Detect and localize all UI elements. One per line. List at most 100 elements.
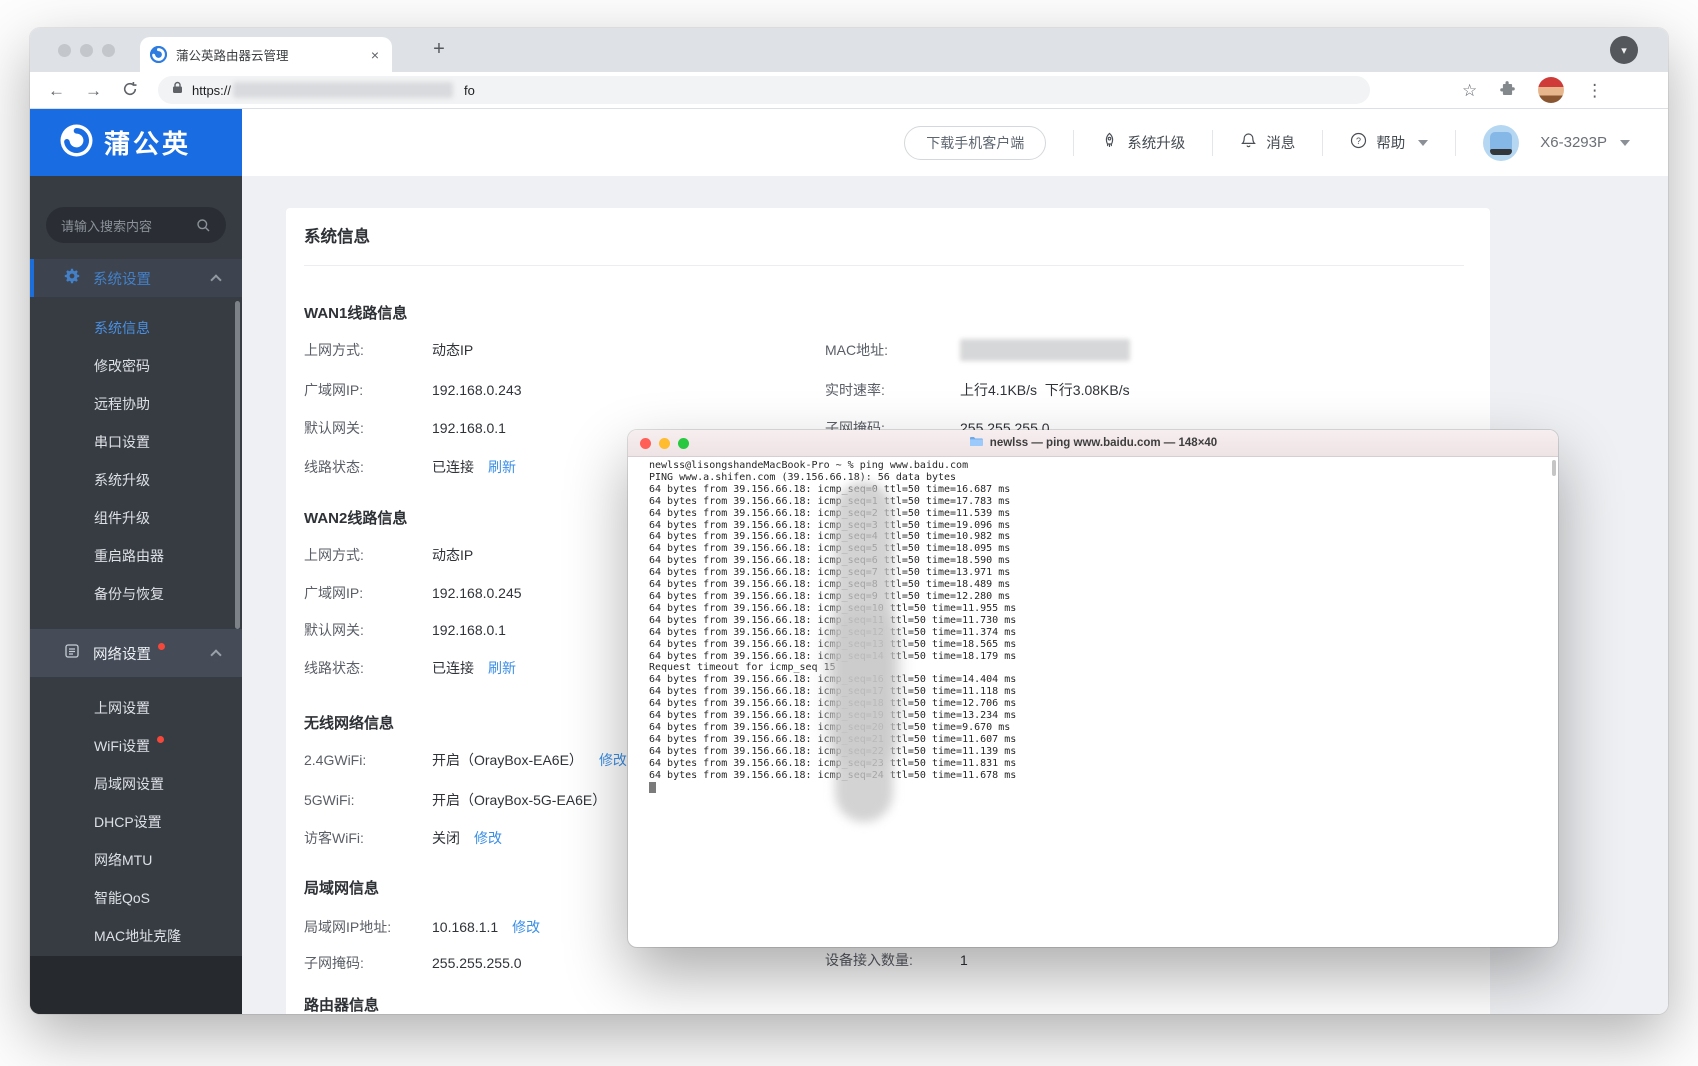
- sidebar-item-串口设置[interactable]: 串口设置: [30, 423, 242, 461]
- refresh-link[interactable]: 刷新: [488, 457, 516, 477]
- help-button[interactable]: ? 帮助: [1350, 132, 1428, 153]
- sidebar-item-label: 修改密码: [94, 356, 150, 376]
- info-row: 广域网IP: 192.168.0.243: [304, 380, 522, 400]
- terminal-line: 64 bytes from 39.156.66.18: icmp_seq=4 t…: [649, 531, 1558, 543]
- field-label: 上网方式:: [304, 545, 432, 565]
- sidebar-footer: [30, 956, 242, 1014]
- field-label: 实时速率:: [825, 380, 960, 400]
- sidebar-search-input[interactable]: 请输入搜索内容: [46, 207, 226, 243]
- info-row: 线路状态: 已连接 刷新: [304, 658, 516, 678]
- sidebar-item-组件升级[interactable]: 组件升级: [30, 499, 242, 537]
- sidebar: 蒲公英 请输入搜索内容 系统设置 系统信息修改密码远程协助串口设置系统升级组件升…: [30, 109, 242, 1014]
- terminal-line: 64 bytes from 39.156.66.18: icmp_seq=0 t…: [649, 484, 1558, 496]
- field-label: 访客WiFi:: [304, 828, 432, 848]
- system-upgrade-button[interactable]: 系统升级: [1101, 132, 1185, 153]
- extensions-puzzle-icon[interactable]: [1499, 80, 1516, 100]
- info-row: 线路状态: 已连接 刷新: [304, 457, 516, 477]
- tab-close-icon[interactable]: ×: [368, 47, 382, 63]
- terminal-output[interactable]: newlss@lisongshandeMacBook-Pro ~ % ping …: [628, 457, 1558, 947]
- info-row: MAC地址:: [825, 340, 960, 360]
- minimize-window-button[interactable]: [80, 44, 93, 57]
- browser-tab[interactable]: 蒲公英路由器云管理 ×: [140, 37, 392, 72]
- terminal-close-button[interactable]: [640, 438, 651, 449]
- url-bar[interactable]: https:// fo: [158, 76, 1370, 104]
- terminal-minimize-button[interactable]: [659, 438, 670, 449]
- terminal-zoom-button[interactable]: [678, 438, 689, 449]
- profile-avatar[interactable]: [1538, 77, 1564, 103]
- sidebar-item-DHCP设置[interactable]: DHCP设置: [30, 803, 242, 841]
- sidebar-item-WiFi设置[interactable]: WiFi设置: [30, 727, 242, 765]
- bookmark-star-icon[interactable]: ☆: [1462, 82, 1477, 99]
- sidebar-item-系统升级[interactable]: 系统升级: [30, 461, 242, 499]
- sidebar-item-重启路由器[interactable]: 重启路由器: [30, 537, 242, 575]
- sidebar-section-system-settings[interactable]: 系统设置: [30, 259, 242, 297]
- terminal-line: 64 bytes from 39.156.66.18: icmp_seq=17 …: [649, 686, 1558, 698]
- modify-link[interactable]: 修改: [599, 750, 627, 770]
- sidebar-item-label: MAC地址克隆: [94, 926, 181, 946]
- terminal-title-bar[interactable]: newlss — ping www.baidu.com — 148×40: [628, 430, 1558, 457]
- brand-header: 蒲公英: [30, 109, 242, 176]
- field-label: 线路状态:: [304, 658, 432, 678]
- back-icon[interactable]: ←: [48, 82, 65, 99]
- sidebar-item-备份与恢复[interactable]: 备份与恢复: [30, 575, 242, 613]
- sidebar-item-网络MTU[interactable]: 网络MTU: [30, 841, 242, 879]
- zoom-window-button[interactable]: [102, 44, 115, 57]
- sidebar-item-修改密码[interactable]: 修改密码: [30, 347, 242, 385]
- terminal-line: 64 bytes from 39.156.66.18: icmp_seq=23 …: [649, 758, 1558, 770]
- messages-button[interactable]: 消息: [1240, 132, 1295, 153]
- terminal-scrollbar[interactable]: [1552, 460, 1556, 476]
- info-row: 子网掩码: 255.255.255.0: [304, 953, 522, 973]
- terminal-cursor: [649, 782, 656, 793]
- forward-icon[interactable]: →: [85, 82, 102, 99]
- close-window-button[interactable]: [58, 44, 71, 57]
- new-tab-button[interactable]: +: [426, 36, 452, 62]
- terminal-line: 64 bytes from 39.156.66.18: icmp_seq=2 t…: [649, 508, 1558, 520]
- wan2-heading: WAN2线路信息: [304, 507, 407, 528]
- mac-address-redacted: [960, 339, 1130, 361]
- sidebar-item-远程协助[interactable]: 远程协助: [30, 385, 242, 423]
- field-value: 开启（OrayBox-EA6E）: [432, 750, 583, 770]
- modify-link[interactable]: 修改: [512, 917, 540, 937]
- sidebar-item-label: 远程协助: [94, 394, 150, 414]
- field-label: 局域网IP地址:: [304, 917, 432, 937]
- field-label: MAC地址:: [825, 340, 960, 360]
- chevron-down-icon: [1620, 140, 1630, 146]
- field-value: 关闭: [432, 828, 460, 848]
- terminal-line: 64 bytes from 39.156.66.18: icmp_seq=5 t…: [649, 543, 1558, 555]
- refresh-link[interactable]: 刷新: [488, 658, 516, 678]
- terminal-line: 64 bytes from 39.156.66.18: icmp_seq=21 …: [649, 734, 1558, 746]
- terminal-line: 64 bytes from 39.156.66.18: icmp_seq=20 …: [649, 722, 1558, 734]
- divider: [1322, 130, 1323, 156]
- lan-heading: 局域网信息: [304, 877, 379, 898]
- page-header: 下载手机客户端 系统升级 消息 ? 帮助: [242, 109, 1668, 176]
- device-switcher[interactable]: X6-3293P: [1483, 125, 1630, 161]
- sidebar-item-智能QoS[interactable]: 智能QoS: [30, 879, 242, 917]
- terminal-line: 64 bytes from 39.156.66.18: icmp_seq=7 t…: [649, 567, 1558, 579]
- sidebar-item-label: 局域网设置: [94, 774, 164, 794]
- url-scheme: https://: [192, 83, 231, 98]
- system-settings-items: 系统信息修改密码远程协助串口设置系统升级组件升级重启路由器备份与恢复: [30, 309, 242, 613]
- sidebar-item-上网设置[interactable]: 上网设置: [30, 689, 242, 727]
- gear-icon: [64, 268, 80, 288]
- info-row: 广域网IP: 192.168.0.245: [304, 583, 522, 603]
- sidebar-item-局域网设置[interactable]: 局域网设置: [30, 765, 242, 803]
- reload-icon[interactable]: [122, 81, 138, 100]
- field-label: 上网方式:: [304, 340, 432, 360]
- window-traffic-lights[interactable]: [58, 44, 115, 57]
- terminal-line: 64 bytes from 39.156.66.18: icmp_seq=9 t…: [649, 591, 1558, 603]
- messages-label: 消息: [1266, 132, 1295, 153]
- profile-chevron-button[interactable]: ▾: [1610, 36, 1638, 64]
- download-app-button[interactable]: 下载手机客户端: [904, 126, 1046, 160]
- rocket-icon: [1101, 132, 1118, 153]
- oray-logo-icon: [60, 124, 93, 162]
- field-label: 5GWiFi:: [304, 792, 432, 808]
- modify-link[interactable]: 修改: [474, 828, 502, 848]
- terminal-traffic-lights[interactable]: [640, 438, 689, 449]
- sidebar-item-系统信息[interactable]: 系统信息: [30, 309, 242, 347]
- sidebar-section-network-settings[interactable]: 网络设置: [30, 629, 242, 677]
- divider: [1455, 130, 1456, 156]
- sidebar-scrollbar[interactable]: [235, 301, 240, 629]
- browser-menu-dots-icon[interactable]: ⋮: [1586, 82, 1603, 99]
- terminal-window[interactable]: newlss — ping www.baidu.com — 148×40 new…: [628, 430, 1558, 947]
- sidebar-item-MAC地址克隆[interactable]: MAC地址克隆: [30, 917, 242, 955]
